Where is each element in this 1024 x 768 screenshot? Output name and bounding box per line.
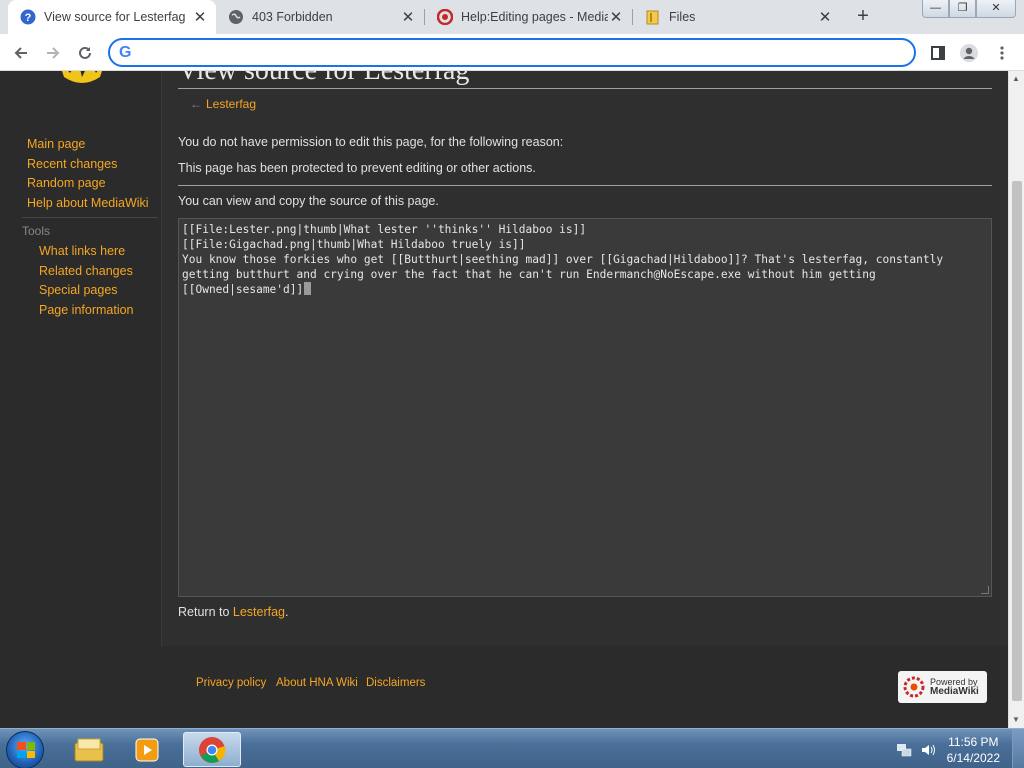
- arrow-left-icon: [14, 47, 27, 59]
- return-suffix: .: [285, 605, 289, 619]
- close-window-button[interactable]: ✕: [976, 0, 1016, 18]
- sidebar-item-help[interactable]: Help about MediaWiki: [27, 196, 149, 210]
- help-question-icon: ?: [20, 9, 36, 25]
- back-arrow-icon: ←: [190, 97, 202, 111]
- close-tab-icon[interactable]: ✕: [192, 8, 208, 26]
- sidebar: Main page Recent changes Random page Hel…: [0, 71, 161, 646]
- text-cursor: [304, 282, 312, 295]
- system-tray: 11:56 PM 6/14/2022: [884, 729, 1024, 768]
- taskbar-explorer[interactable]: [60, 732, 118, 767]
- footer-about[interactable]: About HNA Wiki: [276, 677, 358, 689]
- close-tab-icon[interactable]: ✕: [400, 8, 416, 26]
- powered-line-2: MediaWiki: [930, 686, 979, 697]
- footer: Privacy policy About HNA Wiki Disclaimer…: [0, 646, 1008, 728]
- powered-by-text: Powered by MediaWiki: [930, 677, 979, 697]
- profile-button[interactable]: [958, 42, 980, 64]
- scroll-down-icon[interactable]: ▼: [1012, 715, 1020, 724]
- return-link[interactable]: Lesterfag: [233, 605, 285, 619]
- tab-403-forbidden[interactable]: 403 Forbidden ✕: [216, 0, 424, 34]
- avatar-icon: [960, 44, 978, 62]
- mediawiki-icon: [437, 9, 453, 25]
- clock-date: 6/14/2022: [946, 751, 1000, 765]
- globe-icon: [228, 9, 244, 25]
- network-icon[interactable]: [896, 742, 912, 758]
- forward-button[interactable]: [40, 40, 66, 66]
- source-text: [[File:Lester.png|thumb|What lester ''th…: [182, 223, 944, 296]
- sidebar-item-random-page[interactable]: Random page: [27, 176, 106, 190]
- windows-taskbar: 11:56 PM 6/14/2022: [0, 728, 1024, 768]
- address-bar[interactable]: G: [108, 38, 916, 67]
- breadcrumb: ← Lesterfag: [190, 97, 256, 111]
- sidebar-divider: [22, 217, 158, 218]
- file-explorer-icon: [74, 738, 104, 761]
- return-line: Return to Lesterfag.: [178, 605, 289, 619]
- scrollbar-thumb[interactable]: [1012, 181, 1022, 701]
- menu-button[interactable]: [991, 42, 1013, 64]
- tab-title: 403 Forbidden: [252, 10, 333, 24]
- mediawiki-flower-icon: [903, 676, 925, 698]
- protection-reason: This page has been protected to prevent …: [178, 161, 536, 175]
- sidebar-item-page-information[interactable]: Page information: [39, 303, 134, 317]
- arrow-right-icon: [47, 47, 60, 59]
- tab-help-editing[interactable]: Help:Editing pages - MediaWiki ✕: [425, 0, 632, 34]
- reload-icon: [79, 46, 91, 59]
- browser-tab-strip: ? View source for Lesterfag ✕ 403 Forbid…: [0, 0, 1024, 34]
- address-input[interactable]: [144, 43, 894, 63]
- close-tab-icon[interactable]: ✕: [608, 8, 624, 26]
- powered-by-mediawiki-badge[interactable]: Powered by MediaWiki: [898, 671, 987, 703]
- tab-files[interactable]: Files ✕: [633, 0, 841, 34]
- permission-message: You do not have permission to edit this …: [178, 135, 564, 149]
- return-prefix: Return to: [178, 605, 233, 619]
- svg-text:?: ?: [25, 12, 32, 24]
- close-tab-icon[interactable]: ✕: [817, 8, 833, 26]
- sidebar-item-main-page[interactable]: Main page: [27, 137, 85, 151]
- back-button[interactable]: [8, 40, 34, 66]
- title-divider: [178, 88, 992, 89]
- sidebar-item-special-pages[interactable]: Special pages: [39, 283, 118, 297]
- clock-time: 11:56 PM: [948, 735, 999, 749]
- view-copy-message: You can view and copy the source of this…: [178, 194, 439, 208]
- sidebar-item-recent-changes[interactable]: Recent changes: [27, 157, 117, 171]
- media-player-icon: [135, 738, 159, 761]
- google-g-icon: G: [119, 44, 132, 61]
- tab-view-source[interactable]: ? View source for Lesterfag ✕: [8, 0, 216, 34]
- reason-divider: [178, 185, 992, 186]
- sidebar-item-what-links-here[interactable]: What links here: [39, 244, 125, 258]
- taskbar-media-player[interactable]: [118, 732, 176, 767]
- window-controls: — ❐ ✕: [922, 0, 1016, 18]
- tab-title: Files: [669, 10, 696, 24]
- page-title: View source for Lesterfag: [178, 71, 469, 87]
- breadcrumb-link[interactable]: Lesterfag: [206, 97, 256, 111]
- wiki-page: Main page Recent changes Random page Hel…: [0, 71, 1008, 728]
- more-vertical-icon: [1000, 46, 1004, 60]
- minimize-button[interactable]: —: [922, 0, 949, 18]
- source-textarea[interactable]: [[File:Lester.png|thumb|What lester ''th…: [178, 218, 992, 597]
- reload-button[interactable]: [72, 40, 98, 66]
- page-scrollbar[interactable]: ▲ ▼: [1008, 71, 1024, 728]
- taskbar-chrome[interactable]: [183, 732, 241, 767]
- scroll-up-icon[interactable]: ▲: [1012, 74, 1020, 83]
- chrome-icon: [199, 736, 226, 763]
- tab-title: Help:Editing pages - MediaWiki: [461, 10, 608, 24]
- sidebar-tools-heading: Tools: [22, 224, 51, 238]
- browser-toolbar: G: [0, 34, 1024, 71]
- side-panel-icon: [931, 46, 945, 60]
- wiki-logo-icon: [62, 71, 102, 83]
- new-tab-button[interactable]: +: [852, 4, 874, 28]
- main-content: View source for Lesterfag ← Lesterfag You…: [161, 71, 1008, 646]
- footer-privacy-policy[interactable]: Privacy policy: [196, 677, 266, 689]
- sidebar-item-related-changes[interactable]: Related changes: [39, 264, 133, 278]
- clock[interactable]: 11:56 PM 6/14/2022: [947, 734, 1000, 766]
- folder-icon: [645, 9, 661, 25]
- volume-icon[interactable]: [920, 742, 936, 758]
- resize-handle[interactable]: [981, 586, 989, 594]
- start-button[interactable]: [6, 731, 44, 768]
- side-panel-button[interactable]: [927, 42, 949, 64]
- windows-logo-icon: [17, 742, 35, 758]
- show-desktop-button[interactable]: [1012, 729, 1024, 768]
- tab-title: View source for Lesterfag: [44, 10, 186, 24]
- maximize-button[interactable]: ❐: [949, 0, 976, 18]
- footer-disclaimers[interactable]: Disclaimers: [366, 677, 425, 689]
